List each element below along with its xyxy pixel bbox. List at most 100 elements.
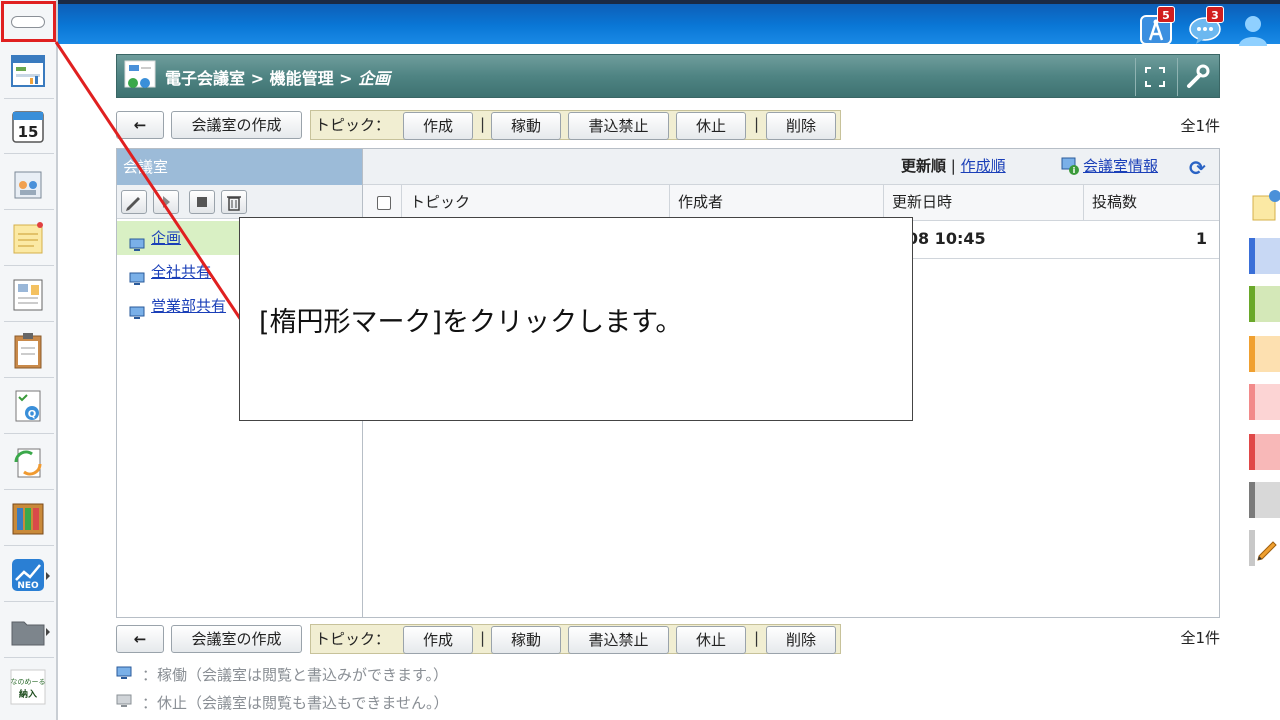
column-header-posts[interactable]: 投稿数	[1083, 185, 1219, 221]
room-link[interactable]: 全社共有	[151, 263, 211, 281]
message-count-badge: 3	[1206, 6, 1224, 23]
activate-button[interactable]: 稼動	[491, 112, 561, 140]
no-write-button[interactable]: 書込禁止	[568, 112, 669, 140]
create-topic-button[interactable]: 作成	[403, 626, 473, 654]
column-header-topic[interactable]: トピック	[401, 185, 669, 221]
ellipse-mark-highlight	[1, 1, 56, 42]
topic-label: トピック：	[315, 630, 391, 648]
cell-updated: /08 10:45	[901, 229, 986, 248]
pause-button[interactable]: 休止	[676, 626, 746, 654]
select-all-checkbox[interactable]	[377, 196, 391, 210]
create-topic-button[interactable]: 作成	[403, 112, 473, 140]
back-button[interactable]: ←	[116, 111, 164, 139]
bulletin-icon[interactable]	[6, 272, 50, 316]
cell-posts: 1	[1195, 229, 1207, 248]
clipboard-icon[interactable]	[6, 328, 50, 372]
topic-action-group: トピック： 作成 | 稼動 書込禁止 休止 | 削除	[310, 110, 841, 140]
room-info-link[interactable]: i 会議室情報	[1061, 155, 1158, 176]
breadcrumb: 電子会議室 > 機能管理 > 企画	[116, 54, 1220, 98]
svg-text:Q: Q	[28, 409, 37, 420]
stop-icon[interactable]	[189, 190, 215, 214]
sort-bar: 更新順 | 作成順 i 会議室情報 ⟳	[363, 149, 1219, 185]
folder-icon[interactable]	[6, 608, 50, 652]
total-count: 全1件	[1180, 629, 1220, 647]
portal-icon[interactable]	[6, 50, 50, 94]
user-icon[interactable]	[1236, 12, 1270, 46]
create-room-button[interactable]: 会議室の作成	[171, 111, 302, 139]
column-header-updated[interactable]: 更新日時	[883, 185, 1083, 221]
breadcrumb-separator: >	[245, 69, 270, 88]
right-tab-orange[interactable]	[1249, 336, 1280, 372]
room-link[interactable]: 営業部共有	[151, 297, 226, 315]
legend-active-text: ：稼働（会議室は閲覧と書込みができます。）	[142, 666, 449, 684]
right-tab-pink[interactable]	[1249, 384, 1280, 420]
instruction-callout: [楕円形マーク]をクリックします。	[239, 217, 913, 421]
chat-bubble-icon[interactable]: 3	[1188, 6, 1224, 46]
monitor-icon	[129, 264, 145, 285]
callout-text: [楕円形マーク]をクリックします。	[259, 307, 683, 338]
room-info-label: 会議室情報	[1083, 157, 1159, 175]
separator: |	[754, 115, 760, 133]
workflow-icon[interactable]	[6, 440, 50, 484]
topic-action-group: トピック： 作成 | 稼動 書込禁止 休止 | 削除	[310, 624, 841, 654]
svg-text:i: i	[1073, 166, 1076, 175]
delete-button[interactable]: 削除	[766, 112, 836, 140]
antenna-icon[interactable]: 5	[1139, 6, 1175, 46]
monitor-icon	[116, 666, 132, 680]
room-tools	[117, 185, 362, 219]
notification-count-badge: 5	[1157, 6, 1175, 23]
separator: |	[754, 629, 760, 647]
sort-updated[interactable]: 更新順	[901, 157, 946, 175]
meeting-room-icon	[123, 59, 159, 99]
monitor-paused-icon	[116, 694, 132, 708]
no-write-button[interactable]: 書込禁止	[568, 626, 669, 654]
bottom-toolbar: ← 会議室の作成 トピック： 作成 | 稼動 書込禁止 休止 | 削除 全1件	[116, 624, 1220, 655]
monitor-icon	[129, 298, 145, 319]
topic-label: トピック：	[315, 116, 391, 134]
edit-pencil-icon[interactable]	[121, 190, 147, 214]
activate-button[interactable]: 稼動	[491, 626, 561, 654]
total-count: 全1件	[1180, 117, 1220, 135]
app-icon-rail: 15 Q NEO なのめーる納入	[0, 0, 58, 720]
pencil-icon[interactable]	[1249, 530, 1280, 566]
top-toolbar: ← 会議室の作成 トピック： 作成 | 稼動 書込禁止 休止 | 削除 全1件	[116, 110, 1220, 141]
info-icon: i	[1061, 157, 1079, 179]
right-tab-blue[interactable]	[1249, 238, 1280, 274]
right-tab-green[interactable]	[1249, 286, 1280, 322]
play-icon[interactable]	[153, 190, 179, 214]
sort-created[interactable]: 作成順	[961, 157, 1006, 175]
table-header: トピック 作成者 更新日時 投稿数	[363, 185, 1219, 221]
back-button[interactable]: ←	[116, 625, 164, 653]
right-tab-gray[interactable]	[1249, 482, 1280, 518]
create-room-button[interactable]: 会議室の作成	[171, 625, 302, 653]
breadcrumb-root[interactable]: 電子会議室	[165, 69, 245, 88]
breadcrumb-separator: >	[333, 69, 359, 88]
wrench-icon[interactable]	[1177, 58, 1215, 96]
top-header-bar: 5 3	[0, 0, 1280, 46]
separator: |	[480, 115, 486, 133]
calendar-icon[interactable]: 15	[6, 104, 50, 148]
refresh-icon[interactable]: ⟳	[1189, 156, 1206, 180]
facility-icon[interactable]	[6, 160, 50, 204]
right-tab-red[interactable]	[1249, 434, 1280, 470]
svg-text:納入: 納入	[19, 688, 37, 700]
survey-icon[interactable]: Q	[6, 384, 50, 428]
room-link[interactable]: 企画	[151, 229, 181, 247]
right-note-icon[interactable]	[1249, 188, 1280, 224]
trash-icon[interactable]	[221, 190, 247, 214]
delete-button[interactable]: 削除	[766, 626, 836, 654]
memo-icon[interactable]	[6, 216, 50, 260]
fullscreen-icon[interactable]	[1135, 58, 1173, 96]
cabinet-icon[interactable]	[6, 496, 50, 540]
pause-button[interactable]: 休止	[676, 112, 746, 140]
breadcrumb-current: 企画	[358, 69, 391, 88]
neo-label: NEO	[17, 581, 39, 591]
breadcrumb-middle[interactable]: 機能管理	[270, 69, 334, 88]
monitor-icon	[129, 230, 145, 251]
column-header-author[interactable]: 作成者	[669, 185, 883, 221]
namecard-icon[interactable]: なのめーる 納入	[6, 664, 50, 708]
neo-icon[interactable]: NEO	[6, 552, 50, 596]
svg-text:なのめーる: なのめーる	[11, 678, 46, 686]
legend-paused-text: ：休止（会議室は閲覧も書込もできません。）	[142, 694, 449, 712]
separator: |	[480, 629, 486, 647]
